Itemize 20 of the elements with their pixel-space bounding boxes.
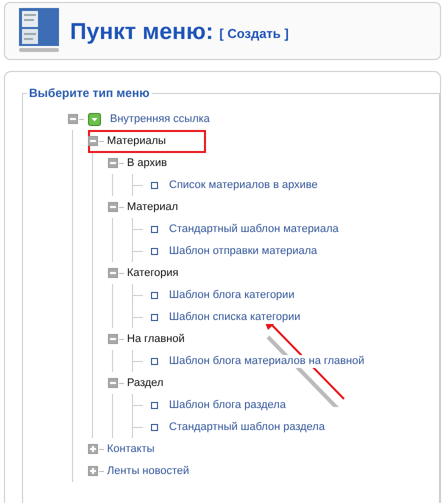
page-title: Пункт меню: [70,18,214,44]
tree-link[interactable]: Шаблон блога раздела [168,398,288,412]
tree-link[interactable]: Стандартный шаблон раздела [168,420,327,434]
tree-link[interactable]: Контакты [106,442,157,456]
tree-link[interactable]: Шаблон блога материалов на главной [168,354,366,368]
create-link[interactable]: [ Создать ] [219,26,289,40]
tree-node[interactable]: Раздел [126,376,166,390]
tree-link[interactable]: Шаблон отправки материала [168,244,320,258]
tree-node[interactable]: Материалы [90,132,204,150]
tree-node[interactable]: В архив [126,156,169,170]
tree-link[interactable]: Стандартный шаблон материала [168,222,341,236]
tree-node[interactable]: На главной [126,332,187,346]
fieldset-legend: Выберите тип меню [27,86,152,100]
tree-link[interactable]: Шаблон списка категории [168,310,302,324]
tree-link[interactable]: Список материалов в архиве [168,178,320,192]
tree-link[interactable]: Ленты новостей [106,464,192,478]
tree-node[interactable]: Материал [126,200,180,214]
tree-link[interactable]: Внутренняя ссылка [109,112,212,126]
tree-node[interactable]: Категория [126,266,180,280]
tree-link[interactable]: Шаблон блога категории [168,288,296,302]
